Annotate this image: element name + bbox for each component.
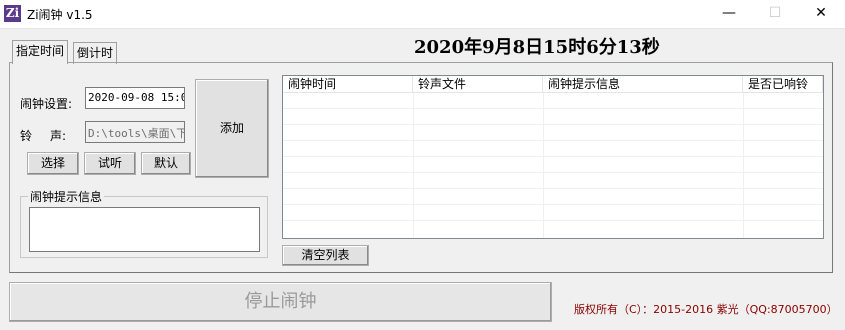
alarm-list[interactable]: 闹钟时间 铃声文件 闹钟提示信息 是否已响铃: [282, 75, 824, 239]
stop-alarm-button[interactable]: 停止闹钟: [9, 282, 552, 322]
column-divider: [743, 93, 744, 238]
row-divider: [283, 124, 823, 125]
row-divider: [283, 156, 823, 157]
preview-button[interactable]: 试听: [84, 152, 136, 175]
message-group-label: 闹钟提示信息: [28, 188, 105, 205]
ring-label: 铃: [20, 129, 33, 143]
row-divider: [283, 188, 823, 189]
minimize-button[interactable]: —: [706, 0, 752, 29]
close-button[interactable]: ✕: [798, 0, 844, 29]
column-divider: [413, 93, 414, 238]
column-header-ring-file[interactable]: 铃声文件: [413, 76, 543, 93]
row-divider: [283, 140, 823, 141]
tab-specified-time[interactable]: 指定时间: [12, 40, 69, 64]
row-divider: [283, 220, 823, 221]
ring-file-input[interactable]: D:\tools\桌面\下载: [85, 121, 185, 143]
column-header-message[interactable]: 闹钟提示信息: [543, 76, 743, 93]
alarm-datetime-input[interactable]: 2020-09-08 15:06: [85, 87, 185, 109]
default-button[interactable]: 默认: [141, 152, 191, 175]
column-header-alarm-time[interactable]: 闹钟时间: [283, 76, 413, 93]
select-button[interactable]: 选择: [27, 152, 79, 175]
copyright-text: 版权所有（C）：2015-2016 紫光（QQ:87005700）: [574, 303, 838, 316]
ring-label-suffix: 声:: [50, 129, 67, 143]
alarm-setting-label: 闹钟设置:: [20, 97, 73, 111]
current-datetime: 2020年9月8日15时6分13秒: [414, 37, 660, 58]
column-header-rang[interactable]: 是否已响铃: [743, 76, 823, 93]
clear-list-button[interactable]: 清空列表: [282, 245, 369, 266]
column-divider: [543, 93, 544, 238]
maximize-button[interactable]: ☐: [752, 0, 798, 29]
tab-countdown[interactable]: 倒计时: [73, 42, 118, 64]
window-title: Zi闹钟 v1.5: [27, 8, 93, 22]
row-divider: [283, 108, 823, 109]
add-button[interactable]: 添加: [195, 79, 269, 178]
message-textarea[interactable]: [29, 207, 260, 252]
app-logo-icon: Zi: [4, 5, 21, 22]
row-divider: [283, 204, 823, 205]
row-divider: [283, 172, 823, 173]
